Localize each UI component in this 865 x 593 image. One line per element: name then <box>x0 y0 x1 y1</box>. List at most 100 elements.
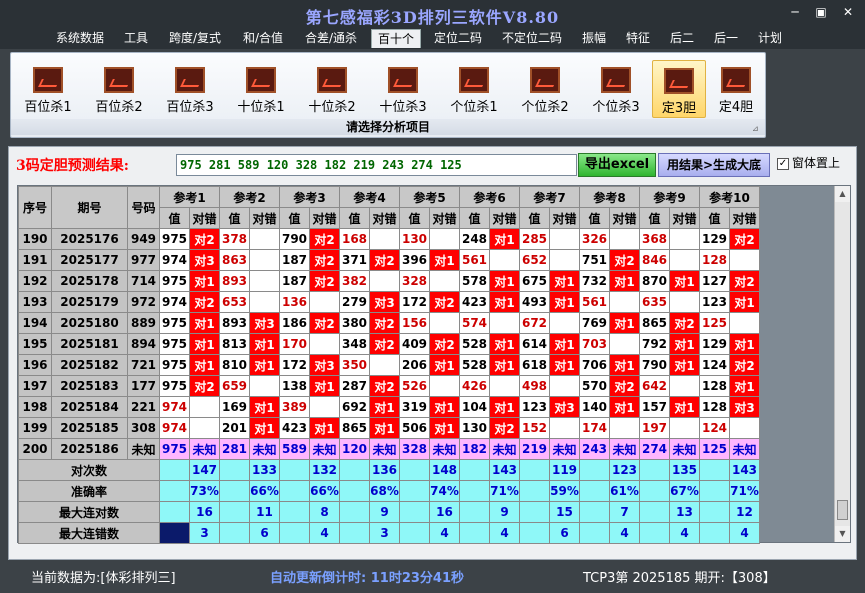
menu-plan[interactable]: 计划 <box>752 29 788 48</box>
stats-value: 66% <box>249 480 280 502</box>
subheader-value: 值 <box>519 207 550 229</box>
table-row[interactable]: 193 2025179 972 974 对2 653 136 279 对3 172 对2 423 对1 4… <box>18 291 760 313</box>
cell-value: 279 <box>339 291 370 313</box>
cell-value: 156 <box>399 312 430 334</box>
cell-result: 对2 <box>309 312 340 334</box>
cell-value: 368 <box>639 228 670 250</box>
cell-value: 125 <box>699 312 730 334</box>
cell-value: 328 <box>399 438 430 460</box>
header-ref: 参考1 <box>159 186 220 208</box>
scroll-thumb[interactable] <box>837 500 848 520</box>
stats-row: 准确率 73% 66% 66% 68% 74% 71% 59% 61% 67% 71% <box>18 480 760 502</box>
cell-result: 对1 <box>309 375 340 397</box>
stats-spacer <box>579 522 610 544</box>
ribbon-button-units-kill-2[interactable]: 个位杀2 <box>514 60 576 118</box>
stats-value: 71% <box>729 480 760 502</box>
menu-last-one[interactable]: 后一 <box>708 29 744 48</box>
menu-feature[interactable]: 特征 <box>620 29 656 48</box>
table-row[interactable]: 198 2025184 221 974 169 对1 389 692 对1 319 对1 104 对1 1… <box>18 396 760 418</box>
stats-spacer <box>219 459 250 481</box>
status-countdown: 自动更新倒计时: 11时23分41秒 <box>270 571 464 586</box>
table-row[interactable]: 194 2025180 889 975 对1 893 对3 186 对2 380 对2 156 574 6… <box>18 312 760 334</box>
stats-value: 4 <box>489 522 520 544</box>
table-row[interactable]: 196 2025182 721 975 对1 810 对1 172 对3 350 206 对1 528 对… <box>18 354 760 376</box>
stats-value: 8 <box>309 501 340 523</box>
cell-value: 975 <box>159 333 190 355</box>
ribbon-button-tens-kill-3[interactable]: 十位杀3 <box>372 60 434 118</box>
table-row[interactable]: 197 2025183 177 975 对2 659 138 对1 287 对2 526 426 498… <box>18 375 760 397</box>
vertical-scrollbar[interactable]: ▲ ▼ <box>834 186 850 542</box>
cell-value: 350 <box>339 354 370 376</box>
prediction-field[interactable]: 975 281 589 120 328 182 219 243 274 125 <box>176 154 577 176</box>
subheader-result: 对错 <box>609 207 640 229</box>
table-row[interactable]: 192 2025178 714 975 对1 893 187 对2 382 328 578 对1 675… <box>18 270 760 292</box>
ribbon-button-tens-kill-2[interactable]: 十位杀2 <box>301 60 363 118</box>
scroll-down-icon[interactable]: ▼ <box>835 526 850 542</box>
cell-result: 对2 <box>309 249 340 271</box>
menu-tools[interactable]: 工具 <box>118 29 154 48</box>
cell-result: 未知 <box>189 438 220 460</box>
menu-system-data[interactable]: 系统数据 <box>50 29 110 48</box>
subheader-result: 对错 <box>249 207 280 229</box>
cell-result: 对1 <box>429 249 460 271</box>
dialog-launcher-icon[interactable]: ⊿ <box>752 124 762 134</box>
row-issue: 2025180 <box>51 312 128 334</box>
stats-label: 最大连对数 <box>18 501 160 523</box>
cell-result <box>609 417 640 439</box>
ribbon-button-fix-4[interactable]: 定4胆 <box>710 60 762 118</box>
topmost-checkbox[interactable]: ✓ 窗体置上 <box>777 155 840 173</box>
ribbon-button-hundreds-kill-3[interactable]: 百位杀3 <box>159 60 221 118</box>
menu-nonpositional-two[interactable]: 不定位二码 <box>496 29 568 48</box>
ribbon-button-hundreds-kill-1[interactable]: 百位杀1 <box>17 60 79 118</box>
cell-value: 129 <box>699 333 730 355</box>
cell-result: 对2 <box>669 312 700 334</box>
cell-value: 526 <box>399 375 430 397</box>
cell-result: 未知 <box>429 438 460 460</box>
cell-value: 865 <box>339 417 370 439</box>
cell-value: 128 <box>699 375 730 397</box>
menu-hundreds-tens-units[interactable]: 百十个 <box>371 29 421 48</box>
cell-value: 140 <box>579 396 610 418</box>
selection-cell[interactable] <box>159 522 190 544</box>
stats-value: 119 <box>549 459 580 481</box>
row-seq: 199 <box>18 417 52 439</box>
checkbox-check-icon[interactable]: ✓ <box>777 157 789 170</box>
ribbon-button-units-kill-3[interactable]: 个位杀3 <box>585 60 647 118</box>
stats-row: 最大连错数 3 6 4 3 4 4 6 4 4 4 <box>18 522 760 544</box>
close-icon[interactable]: ✕ <box>840 4 856 20</box>
table-row[interactable]: 191 2025177 977 974 对3 863 187 对2 371 对2 396 对1 561 6… <box>18 249 760 271</box>
table-row[interactable]: 199 2025185 308 974 201 对1 423 对1 865 对1 506 对1 130 对… <box>18 417 760 439</box>
cell-value: 120 <box>339 438 370 460</box>
row-issue: 2025184 <box>51 396 128 418</box>
menu-amplitude[interactable]: 振幅 <box>576 29 612 48</box>
menu-positional-two[interactable]: 定位二码 <box>428 29 488 48</box>
ribbon-button-tens-kill-1[interactable]: 十位杀1 <box>230 60 292 118</box>
menu-sum[interactable]: 和/合值 <box>236 29 290 48</box>
maximize-icon[interactable]: ▣ <box>813 4 829 20</box>
minimize-icon[interactable]: ─ <box>787 4 803 20</box>
menu-last-two[interactable]: 后二 <box>664 29 700 48</box>
export-excel-button[interactable]: 导出excel <box>578 153 656 177</box>
generate-base-button[interactable]: 用结果>生成大底 <box>658 153 770 177</box>
cell-value: 287 <box>339 375 370 397</box>
chart-icon <box>104 67 134 93</box>
cell-value: 642 <box>639 375 670 397</box>
stats-spacer <box>279 459 310 481</box>
ribbon-button-units-kill-1[interactable]: 个位杀1 <box>443 60 505 118</box>
cell-result <box>609 228 640 250</box>
cell-value: 248 <box>459 228 490 250</box>
table-row[interactable]: 190 2025176 949 975 对2 378 790 对2 168 130 248 对1 285… <box>18 228 760 250</box>
ribbon-button-hundreds-kill-2[interactable]: 百位杀2 <box>88 60 150 118</box>
menu-diff[interactable]: 合差/通杀 <box>298 29 364 48</box>
table-row[interactable]: 200 2025186 未知 975 未知 281 未知 589 未知 120 未知 328 未知 182… <box>18 438 760 460</box>
cell-result: 对2 <box>609 249 640 271</box>
ribbon-button-fix-3[interactable]: 定3胆 <box>652 60 706 118</box>
cell-value: 893 <box>219 312 250 334</box>
cell-value: 172 <box>279 354 310 376</box>
header-ref: 参考8 <box>579 186 640 208</box>
menu-span[interactable]: 跨度/复式 <box>162 29 228 48</box>
cell-result <box>249 270 280 292</box>
stats-spacer <box>519 480 550 502</box>
table-row[interactable]: 195 2025181 894 975 对1 813 对1 170 348 对2 409 对2 528 对… <box>18 333 760 355</box>
scroll-up-icon[interactable]: ▲ <box>835 186 850 202</box>
